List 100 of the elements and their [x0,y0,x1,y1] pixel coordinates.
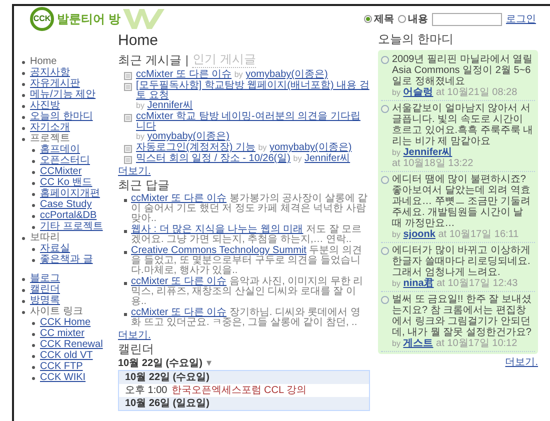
section-title: 최근 답글 [118,178,170,193]
nav-link[interactable]: CCK WIKI [40,372,86,383]
post-link[interactable]: ccMixter 또 다른 이슈 [136,70,232,80]
bullet-icon [22,94,25,97]
author-link[interactable]: Jennifer씨 [403,147,452,158]
nav-link[interactable]: 공지사항 [30,67,70,78]
bullet-icon [32,355,35,358]
nav-label: Home [30,56,57,67]
reply-link[interactable]: 웹사 : 더 많은 지식을 나누는 웹의 미래 [131,224,304,235]
section-title: 캘린더 [118,342,155,357]
more-link[interactable]: 더보기. [505,357,538,368]
reply-link[interactable]: ccMixter 또 다른 이슈 [131,276,227,287]
nav-link[interactable]: CCK old VT [40,350,93,361]
nav-link[interactable]: ccPortal&DB [40,210,97,221]
comment-text: 벌써 또 금요일!! 한주 잘 보내셨는지요? 참 크롬에서는 편집창에서 링크와 그림걸기가 안되던데, 내가 뭘 잘못 설정한건가요? [392,294,532,338]
nav-label: 프로젝트 [30,133,70,144]
nav-link[interactable]: 블로그 [30,273,60,284]
nav-link[interactable]: 좋은책과 글 [40,254,93,265]
bullet-icon [22,72,25,75]
search-field[interactable] [432,12,502,26]
nav-link[interactable]: 자료실 [40,243,70,254]
post-link[interactable]: [모두필독사항] 학교탐방 웹페이지(배너포함) 내용 검토 요청 [136,81,370,101]
radio-button[interactable] [398,15,406,23]
bullet-icon [22,311,25,314]
post-link[interactable]: 믹스터 회의 일정 / 장소 - 10/26(일) [136,154,290,164]
nav-link[interactable]: 방명록 [30,295,60,306]
comment-text: 에디터가 많이 바뀌고 이상하게 한글자 쓸때마다 리로딩되네요. 그래서 엄청나게 느려요. [392,245,532,278]
bullet-icon [22,278,25,281]
bullet-icon [124,230,127,233]
author-link[interactable]: Jennifer씨 [147,100,193,111]
nav-link[interactable]: 자유게시판 [30,78,80,89]
bullet-icon [32,322,35,325]
comment-time: at 10월17일 10:12 [436,338,518,349]
by-label: by [234,70,243,79]
page-title: Home [118,32,160,50]
speech-bubble-icon [381,56,389,64]
document-icon [124,156,132,164]
author-link[interactable]: yomybaby(이종은) [269,142,352,153]
author-link[interactable]: Jennifer씨 [304,153,350,164]
bullet-icon [32,259,35,262]
bullet-icon [22,61,25,64]
author-link[interactable]: yomybaby(이종은) [147,131,230,142]
bullet-icon [22,105,25,108]
nav-label: 사이트 링크 [30,306,83,317]
more-link[interactable]: 더보기. [118,330,151,341]
nav-link[interactable]: CC mixter [40,328,84,339]
by-label: by [392,339,400,348]
reply-entry: ccMixter 또 다른 이슈 장기하님. 디씨와 롯데에서 영화 뜨고 있더군요. ㅋ중은, 그들 살롱에 같이 참던, .. [131,308,362,328]
logo-badge[interactable]: CCK [30,7,54,31]
radio-label: 내용 [408,12,428,26]
comment-time: at 10월17일 12:43 [436,278,518,289]
bullet-icon [22,237,25,240]
bullet-icon [32,366,35,369]
bullet-icon [22,127,25,130]
author-link[interactable]: 어슬렁 [403,87,434,98]
author-link[interactable]: nina君 [403,278,434,289]
comment-text: 서울같보이 얼마남지 않아서 서글픕니다. 빛의 속도로 시간이 흐르고 있어요.흑흑 주룩주룩 내리는 비가 제 맘같아요 [392,103,534,147]
comment-time: at 10월17일 16:11 [438,229,519,240]
bullet-icon [124,251,127,254]
bullet-icon [32,171,35,174]
reply-entry: ccMixter 또 다른 이슈 음악과 사진, 이미지의 무한 리믹스, 리퓨즈, 재창조의 산실인 디씨와 로대를 잘 이용.. [131,277,364,307]
nav-link[interactable]: CCK FTP [40,361,83,372]
nav-link[interactable]: CCK Home [40,317,91,328]
nav-link[interactable]: 사진방 [30,100,60,111]
nav-link[interactable]: 홈프데이 [40,144,80,155]
nav-link[interactable]: 메뉴/기능 제안 [30,89,96,100]
reply-link[interactable]: ccMixter 또 다른 이슈 [131,307,227,318]
nav-link[interactable]: CCK Renewal [40,339,103,350]
reply-link[interactable]: Creative Commons Technology Summit [131,245,306,256]
nav-link[interactable]: CC Ko 밴드 [40,177,92,188]
event-link[interactable]: 한국오픈엑세스포럼 CCL 강의 [171,385,306,396]
nav-link[interactable]: 오픈스터디 [40,155,90,166]
radio-button[interactable] [364,15,372,23]
nav-link[interactable]: 캘린더 [30,284,60,295]
comment-time: at 10월21일 08:28 [436,87,518,98]
bullet-icon [32,160,35,163]
reply-link[interactable]: ccMixter 또 다른 이슈 [131,193,227,204]
nav-link[interactable]: 홈페이지개편 [40,188,100,199]
by-label: by [293,154,302,163]
bullet-icon [32,182,35,185]
author-link[interactable]: yomybaby(이종은) [246,69,328,80]
nav-link[interactable]: 오늘의 한마디 [30,111,93,122]
bullet-icon [32,377,35,380]
dropdown-arrow[interactable]: ▾ [206,358,212,369]
bullet-icon [22,83,25,86]
more-link[interactable]: 더보기. [118,166,151,177]
nav-link[interactable]: 기타 프로젝트 [40,221,103,232]
by-label: by [392,230,400,239]
bullet-icon [32,215,35,218]
nav-link[interactable]: 자기소개 [30,122,70,133]
login-link[interactable]: 로그인 [506,12,536,26]
nav-link[interactable]: CCMixter [40,166,82,177]
speech-bubble-icon [381,105,389,113]
nav-link[interactable]: Case Study [40,199,92,210]
post-link[interactable]: 자동로그인(계정저장) 기능 [136,143,256,153]
tab[interactable]: 최근 게시글 [118,52,182,68]
bullet-icon [32,344,35,347]
comment-text: 2009년 필리핀 마닐라에서 열릴 Asia Commons 일정이 2월 5~6일로 정해졌네요 [392,54,534,87]
author-link[interactable]: sjoonk [403,229,436,240]
author-link[interactable]: 게스트 [403,338,434,349]
